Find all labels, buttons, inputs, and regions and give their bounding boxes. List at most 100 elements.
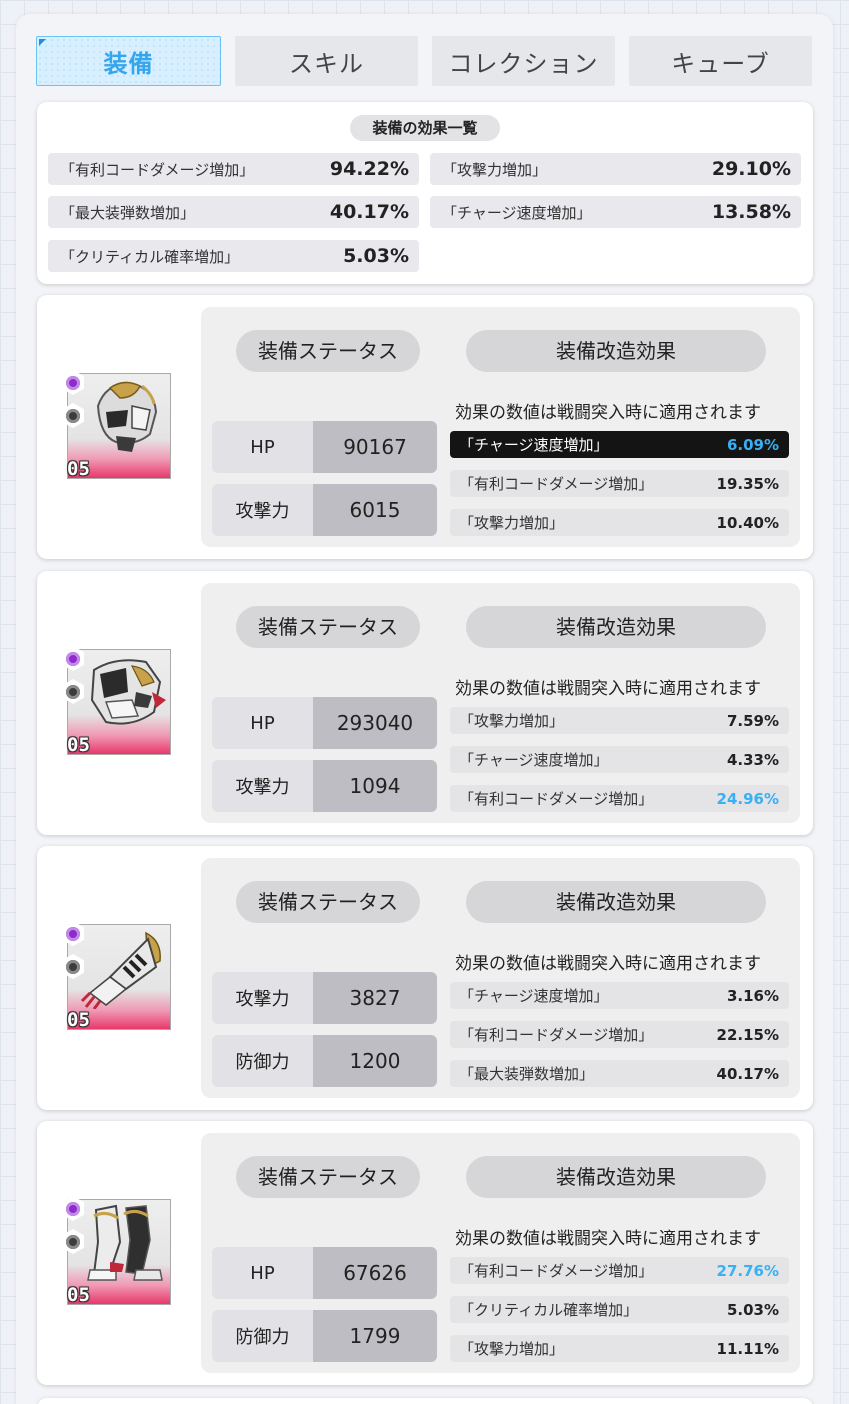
effect-value: 22.15% xyxy=(716,1025,779,1044)
modification-effect-header: 装備改造効果 xyxy=(466,1156,766,1198)
equipment-status-header: 装備ステータス xyxy=(236,1156,420,1198)
summary-stat-value: 29.10% xyxy=(711,158,791,180)
effect-value: 19.35% xyxy=(716,474,779,493)
summary-stat-name: 「最大装弾数増加」 xyxy=(60,203,196,222)
effect-row: 「チャージ速度増加」 4.33% xyxy=(450,746,789,773)
status-row: 攻撃力 3827 xyxy=(212,972,437,1024)
equipment-card-leg: 05 装備ステータス 装備改造効果 HP 67626 防御力 1799 効果の数… xyxy=(37,1121,813,1385)
status-value: 6015 xyxy=(313,484,437,536)
summary-stat-name: 「チャージ速度増加」 xyxy=(442,203,592,222)
tab-bar: 装備 スキル コレクション キューブ xyxy=(36,36,812,86)
status-key: 攻撃力 xyxy=(212,760,313,812)
equipment-card-arm: 05 装備ステータス 装備改造効果 攻撃力 3827 防御力 1200 効果の数… xyxy=(37,846,813,1110)
arm-armor-icon xyxy=(80,931,161,1009)
modification-effect-header: 装備改造効果 xyxy=(466,606,766,648)
effect-name: 「チャージ速度増加」 xyxy=(459,987,609,1005)
effect-value: 4.33% xyxy=(726,750,779,769)
equipment-detail-panel: 装備ステータス 装備改造効果 HP 90167 攻撃力 6015 効果の数値は戦… xyxy=(201,307,800,547)
summary-stat-name: 「攻撃力増加」 xyxy=(442,160,548,179)
status-value: 90167 xyxy=(313,421,437,473)
effect-name: 「有利コードダメージ増加」 xyxy=(459,1026,654,1044)
effect-row: 「有利コードダメージ増加」 27.76% xyxy=(450,1257,789,1284)
effect-value: 6.09% xyxy=(726,435,779,454)
effect-name: 「攻撃力増加」 xyxy=(459,514,565,532)
effect-note: 効果の数値は戦闘突入時に適用されます xyxy=(455,403,761,423)
effect-name: 「チャージ速度増加」 xyxy=(459,751,609,769)
summary-title: 装備の効果一覧 xyxy=(350,115,500,141)
equipment-icon-arm[interactable]: 05 xyxy=(62,921,171,1031)
effect-row: 「有利コードダメージ増加」 19.35% xyxy=(450,470,789,497)
status-value: 1799 xyxy=(313,1310,437,1362)
tab-equipment[interactable]: 装備 xyxy=(36,36,221,86)
effect-name: 「攻撃力増加」 xyxy=(459,1340,565,1358)
tab-skill[interactable]: スキル xyxy=(235,36,418,86)
summary-stat-name: 「クリティカル確率増加」 xyxy=(60,247,240,266)
status-key: 攻撃力 xyxy=(212,484,313,536)
summary-stat: 「攻撃力増加」 29.10% xyxy=(430,153,801,185)
status-value: 3827 xyxy=(313,972,437,1024)
summary-stat-name: 「有利コードダメージ増加」 xyxy=(60,160,255,179)
effect-name: 「有利コードダメージ増加」 xyxy=(459,790,654,808)
status-value: 293040 xyxy=(313,697,437,749)
effect-name: 「クリティカル確率増加」 xyxy=(459,1301,639,1319)
effect-row: 「チャージ速度増加」 3.16% xyxy=(450,982,789,1009)
status-row: 防御力 1200 xyxy=(212,1035,437,1087)
effect-name: 「攻撃力増加」 xyxy=(459,712,565,730)
equipment-detail-panel: 装備ステータス 装備改造効果 HP 293040 攻撃力 1094 効果の数値は… xyxy=(201,583,800,823)
status-row: 防御力 1799 xyxy=(212,1310,437,1362)
status-value: 1094 xyxy=(313,760,437,812)
helmet-armor-icon xyxy=(96,381,158,452)
equipment-icon-leg[interactable]: 05 xyxy=(62,1196,171,1306)
body-armor-icon xyxy=(90,659,166,725)
effect-summary-card: 装備の効果一覧 「有利コードダメージ増加」 94.22% 「攻撃力増加」 29.… xyxy=(37,102,813,284)
summary-stat: 「有利コードダメージ増加」 94.22% xyxy=(48,153,419,185)
modification-effect-header: 装備改造効果 xyxy=(466,330,766,372)
equipment-panel: 装備 スキル コレクション キューブ 装備の効果一覧 「有利コードダメージ増加」… xyxy=(16,14,833,1404)
equipment-card-head: 05 装備ステータス 装備改造効果 HP 90167 攻撃力 6015 効果の数… xyxy=(37,295,813,559)
equipment-icon-head[interactable]: 05 xyxy=(62,370,171,480)
summary-stat: 「クリティカル確率増加」 5.03% xyxy=(48,240,419,272)
effect-name: 「有利コードダメージ増加」 xyxy=(459,475,654,493)
effect-value: 10.40% xyxy=(716,513,779,532)
effect-row: 「有利コードダメージ増加」 22.15% xyxy=(450,1021,789,1048)
effect-value: 5.03% xyxy=(726,1300,779,1319)
status-value: 1200 xyxy=(313,1035,437,1087)
tab-collection[interactable]: コレクション xyxy=(432,36,615,86)
effect-value: 40.17% xyxy=(716,1064,779,1083)
effect-value: 27.76% xyxy=(716,1261,779,1280)
effect-note: 効果の数値は戦闘突入時に適用されます xyxy=(455,1229,761,1249)
equipment-level: 05 xyxy=(67,1009,90,1031)
effect-row: 「攻撃力増加」 11.11% xyxy=(450,1335,789,1362)
equipment-icon-body[interactable]: 05 xyxy=(62,646,171,756)
status-key: HP xyxy=(212,1247,313,1299)
status-key: 攻撃力 xyxy=(212,972,313,1024)
status-key: 防御力 xyxy=(212,1035,313,1087)
effect-row: 「チャージ速度増加」 6.09% xyxy=(450,431,789,458)
effect-name: 「チャージ速度増加」 xyxy=(459,436,609,454)
summary-stat-value: 94.22% xyxy=(329,158,409,180)
effect-value: 11.11% xyxy=(716,1339,779,1358)
leg-armor-icon xyxy=(87,1204,163,1281)
effect-row: 「クリティカル確率増加」 5.03% xyxy=(450,1296,789,1323)
effect-row: 「攻撃力増加」 7.59% xyxy=(450,707,789,734)
summary-stat-value: 13.58% xyxy=(711,201,791,223)
effect-value: 24.96% xyxy=(716,789,779,808)
effect-name: 「最大装弾数増加」 xyxy=(459,1065,595,1083)
modification-effect-header: 装備改造効果 xyxy=(466,881,766,923)
effect-value: 3.16% xyxy=(726,986,779,1005)
status-row: 攻撃力 1094 xyxy=(212,760,437,812)
equipment-detail-panel: 装備ステータス 装備改造効果 攻撃力 3827 防御力 1200 効果の数値は戦… xyxy=(201,858,800,1098)
equipment-card-next xyxy=(37,1398,813,1404)
status-key: 防御力 xyxy=(212,1310,313,1362)
status-key: HP xyxy=(212,697,313,749)
equipment-card-body: 05 装備ステータス 装備改造効果 HP 293040 攻撃力 1094 効果の… xyxy=(37,571,813,835)
equipment-level: 05 xyxy=(67,734,90,756)
effect-note: 効果の数値は戦闘突入時に適用されます xyxy=(455,679,761,699)
summary-stat-value: 40.17% xyxy=(329,201,409,223)
equipment-status-header: 装備ステータス xyxy=(236,606,420,648)
summary-stat: 「最大装弾数増加」 40.17% xyxy=(48,196,419,228)
tab-cube[interactable]: キューブ xyxy=(629,36,812,86)
effect-row: 「有利コードダメージ増加」 24.96% xyxy=(450,785,789,812)
effect-note: 効果の数値は戦闘突入時に適用されます xyxy=(455,954,761,974)
summary-stat: 「チャージ速度増加」 13.58% xyxy=(430,196,801,228)
